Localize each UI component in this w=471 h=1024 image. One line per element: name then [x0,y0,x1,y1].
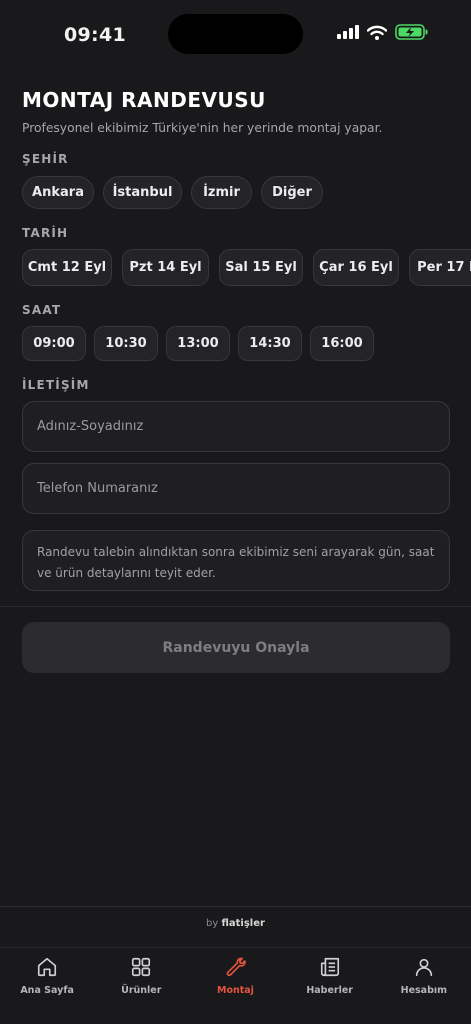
info-note: Randevu talebin alındıktan sonra ekibimi… [22,530,450,591]
dynamic-island [168,14,303,54]
wrench-icon [227,957,247,977]
tab-label: Montaj [216,985,254,996]
home-icon [38,957,57,977]
tab-ana-sayfa[interactable]: Ana Sayfa [0,948,94,1024]
bottom-tab-bar: Ana Sayfa Ürünler Montaj Haberler Hesabı… [0,948,471,1024]
grid-icon [132,957,151,977]
date-chip[interactable]: Çar 16 Eyl [313,249,399,286]
battery-charging-icon [395,24,428,40]
tab-hesabim[interactable]: Hesabım [377,948,471,1024]
divider [0,906,471,907]
status-time: 09:41 [64,24,126,46]
date-chip[interactable]: Pzt 14 Eyl [122,249,209,286]
city-chip-izmir[interactable]: İzmir [191,176,252,209]
tab-urunler[interactable]: Ürünler [94,948,188,1024]
brand-name: flatişler [221,918,265,929]
time-chip[interactable]: 16:00 [310,326,374,361]
city-chip-ankara[interactable]: Ankara [22,176,94,209]
time-chip[interactable]: 13:00 [166,326,230,361]
time-section-label: SAAT [22,303,62,317]
city-chip-diger[interactable]: Diğer [261,176,323,209]
cellular-signal-icon [337,25,359,39]
time-chip[interactable]: 10:30 [94,326,158,361]
status-bar: 09:41 [0,0,471,70]
tab-haberler[interactable]: Haberler [283,948,377,1024]
tab-label: Haberler [306,985,353,996]
name-input[interactable]: Adınız-Soyadınız [22,401,450,452]
city-chip-istanbul[interactable]: İstanbul [103,176,182,209]
confirm-appointment-button[interactable]: Randevuyu Onayla [22,622,450,673]
date-section-label: TARİH [22,226,69,240]
powered-by-prefix: by [206,918,219,929]
time-chip[interactable]: 14:30 [238,326,302,361]
page-title: MONTAJ RANDEVUSU [22,88,266,112]
powered-by: by flatişler [0,918,471,929]
user-icon [415,958,433,977]
time-chip[interactable]: 09:00 [22,326,86,361]
contact-section-label: İLETİŞİM [22,378,90,392]
time-options: 09:00 10:30 13:00 14:30 16:00 [22,326,374,361]
city-options: Ankara İstanbul İzmir Diğer [22,176,323,209]
booking-content: MONTAJ RANDEVUSU Profesyonel ekibimiz Tü… [22,88,450,135]
date-options: Cmt 12 Eyl Pzt 14 Eyl Sal 15 Eyl Çar 16 … [22,249,471,286]
date-chip[interactable]: Cmt 12 Eyl [22,249,112,286]
date-chip[interactable]: Sal 15 Eyl [219,249,303,286]
tab-label: Ana Sayfa [20,985,74,996]
phone-input[interactable]: Telefon Numaranız [22,463,450,514]
tab-montaj[interactable]: Montaj [188,948,282,1024]
page-subtitle: Profesyonel ekibimiz Türkiye'nin her yer… [22,121,383,135]
news-icon [320,957,339,977]
date-chip[interactable]: Per 17 Eyl [409,249,471,286]
tab-label: Hesabım [400,985,448,996]
city-section-label: ŞEHİR [22,152,69,166]
divider [0,606,471,607]
wifi-icon [367,25,387,40]
status-icons [337,24,429,40]
tab-label: Ürünler [121,985,162,996]
